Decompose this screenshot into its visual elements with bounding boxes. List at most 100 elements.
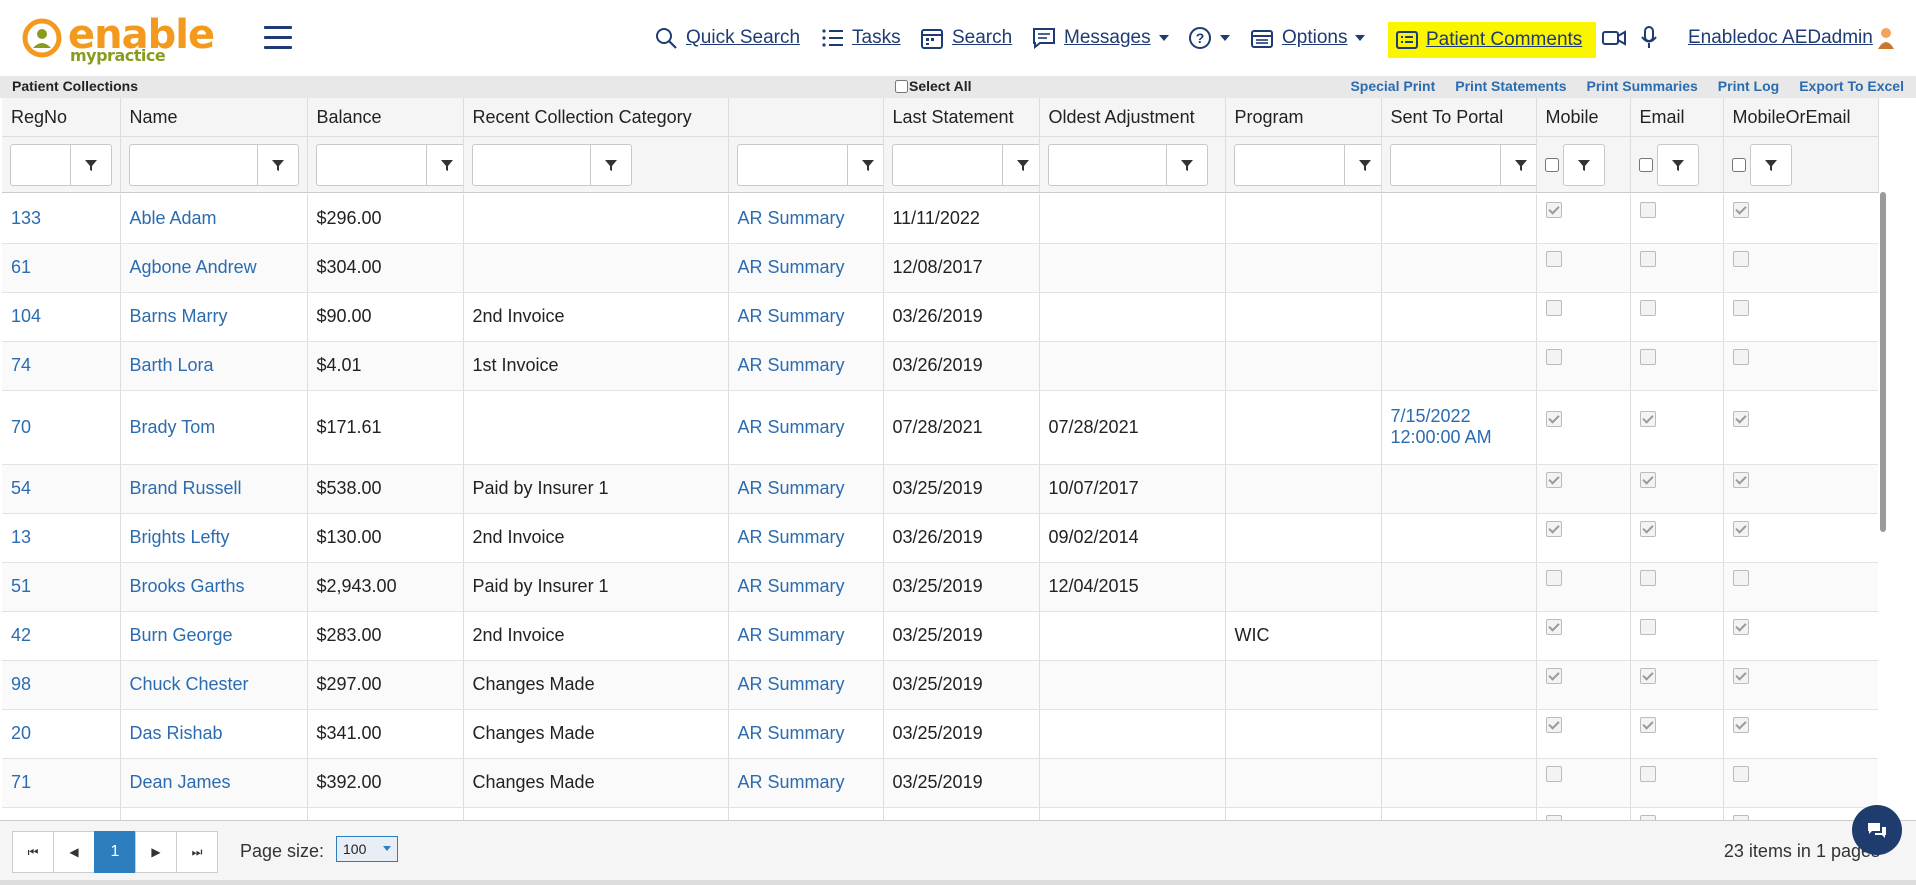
email-checkbox[interactable] <box>1639 472 1656 488</box>
col-oldest-adjustment[interactable]: Oldest Adjustment <box>1039 98 1226 137</box>
ar-summary-link[interactable]: AR Summary <box>738 208 845 228</box>
email-checkbox[interactable] <box>1639 570 1656 586</box>
email-checkbox[interactable] <box>1639 668 1656 684</box>
filter-input[interactable] <box>11 145 70 185</box>
print-summaries-link[interactable]: Print Summaries <box>1587 78 1698 94</box>
messages-menu[interactable]: Messages <box>1032 22 1169 54</box>
name-cell[interactable]: Agbone Andrew <box>130 257 257 277</box>
either-checkbox[interactable] <box>1732 668 1749 684</box>
either-checkbox[interactable] <box>1732 201 1749 218</box>
logo[interactable]: enable mypractice <box>22 12 215 65</box>
col-mobile[interactable]: Mobile <box>1536 98 1631 137</box>
filter-icon[interactable] <box>425 144 467 185</box>
either-checkbox[interactable] <box>1732 251 1749 267</box>
print-statements-link[interactable]: Print Statements <box>1455 78 1566 94</box>
microphone-button[interactable] <box>1640 22 1666 54</box>
search-link[interactable]: Search <box>920 22 1012 54</box>
table-row[interactable]: 42 Burn George $283.00 2nd Invoice AR Summar… <box>2 611 1878 661</box>
either-checkbox[interactable] <box>1732 349 1749 365</box>
col-mobile-or-email[interactable]: MobileOrEmail <box>1723 98 1879 137</box>
grid-body[interactable]: 133 Able Adam $296.00 AR Summary 11/11/2022 6… <box>2 194 1878 822</box>
ar-summary-link[interactable]: AR Summary <box>738 527 845 547</box>
mobile-checkbox[interactable] <box>1545 717 1562 733</box>
mobile-checkbox[interactable] <box>1545 472 1562 488</box>
filter-icon[interactable] <box>1165 144 1207 185</box>
select-all[interactable]: Select All <box>895 78 972 94</box>
special-print-link[interactable]: Special Print <box>1350 78 1435 94</box>
name-cell[interactable]: Das Rishab <box>130 723 223 743</box>
mobile-checkbox[interactable] <box>1545 619 1562 635</box>
email-checkbox[interactable] <box>1639 349 1656 365</box>
col-last-statement[interactable]: Last Statement <box>883 98 1040 137</box>
either-checkbox[interactable] <box>1732 766 1749 782</box>
email-checkbox[interactable] <box>1639 521 1656 537</box>
help-menu[interactable]: ? <box>1188 22 1230 54</box>
table-row[interactable]: 98 Chuck Chester $297.00 Changes Made AR Sum… <box>2 660 1878 710</box>
col-program[interactable]: Program <box>1225 98 1382 137</box>
name-cell[interactable]: Burn George <box>130 625 233 645</box>
name-cell[interactable]: Brights Lefty <box>130 527 230 547</box>
name-cell[interactable]: Able Adam <box>130 208 217 228</box>
col-regno[interactable]: RegNo <box>2 98 121 137</box>
regno-cell[interactable]: 51 <box>11 576 31 596</box>
col-name[interactable]: Name <box>120 98 308 137</box>
mobile-checkbox[interactable] <box>1545 201 1562 218</box>
ar-summary-link[interactable]: AR Summary <box>738 478 845 498</box>
mobile-checkbox[interactable] <box>1545 668 1562 684</box>
options-menu[interactable]: Options <box>1250 22 1366 54</box>
filter-icon[interactable] <box>1001 144 1043 185</box>
regno-cell[interactable]: 71 <box>11 772 31 792</box>
page-1-button[interactable]: 1 <box>94 831 136 873</box>
col-ar-summary[interactable] <box>728 98 884 137</box>
ar-summary-link[interactable]: AR Summary <box>738 576 845 596</box>
mobile-checkbox[interactable] <box>1545 410 1562 427</box>
email-checkbox[interactable] <box>1639 300 1656 316</box>
select-all-checkbox[interactable] <box>895 79 908 93</box>
filter-icon[interactable] <box>70 144 111 185</box>
last-page-button[interactable]: ⏭ <box>176 831 218 873</box>
email-checkbox[interactable] <box>1639 766 1656 782</box>
col-sent-to-portal[interactable]: Sent To Portal <box>1381 98 1537 137</box>
col-balance[interactable]: Balance <box>307 98 464 137</box>
mobile-checkbox[interactable] <box>1545 251 1562 267</box>
quick-search-link[interactable]: Quick Search <box>654 22 800 54</box>
filter-checkbox[interactable] <box>1731 157 1746 172</box>
filter-icon[interactable] <box>1562 143 1605 186</box>
filter-icon[interactable] <box>589 144 631 185</box>
prev-page-button[interactable]: ◀ <box>53 831 95 873</box>
table-row[interactable]: 13 Brights Lefty $130.00 2nd Invoice AR Summ… <box>2 513 1878 563</box>
mobile-checkbox[interactable] <box>1545 521 1562 537</box>
name-cell[interactable]: Barns Marry <box>130 306 228 326</box>
ar-summary-link[interactable]: AR Summary <box>738 257 845 277</box>
filter-icon[interactable] <box>1499 144 1541 185</box>
either-checkbox[interactable] <box>1732 717 1749 733</box>
ar-summary-link[interactable]: AR Summary <box>738 772 845 792</box>
either-checkbox[interactable] <box>1732 300 1749 316</box>
email-checkbox[interactable] <box>1639 410 1656 427</box>
ar-summary-link[interactable]: AR Summary <box>738 723 845 743</box>
name-cell[interactable]: Brady Tom <box>130 417 216 437</box>
ar-summary-link[interactable]: AR Summary <box>738 355 845 375</box>
vertical-scrollbar[interactable] <box>1880 192 1886 532</box>
either-checkbox[interactable] <box>1732 619 1749 635</box>
table-row[interactable]: 74 Barth Lora $4.01 1st Invoice AR Summary 03… <box>2 341 1878 391</box>
table-row[interactable]: 61 Agbone Andrew $304.00 AR Summary 12/08/20… <box>2 243 1878 293</box>
patient-comments-link[interactable]: Patient Comments <box>1388 22 1597 58</box>
regno-cell[interactable]: 61 <box>11 257 31 277</box>
filter-input[interactable] <box>738 145 847 185</box>
sent-to-portal-cell[interactable]: 7/15/2022 12:00:00 AM <box>1391 406 1492 447</box>
filter-icon[interactable] <box>1749 143 1792 186</box>
video-button[interactable] <box>1602 22 1634 54</box>
user-menu[interactable]: Enabledoc AEDadmin <box>1688 22 1903 54</box>
export-to-excel-link[interactable]: Export To Excel <box>1799 78 1904 94</box>
name-cell[interactable]: Brand Russell <box>130 478 242 498</box>
regno-cell[interactable]: 74 <box>11 355 31 375</box>
regno-cell[interactable]: 98 <box>11 674 31 694</box>
filter-icon[interactable] <box>1656 143 1699 186</box>
table-row[interactable]: 54 Brand Russell $538.00 Paid by Insurer 1 A… <box>2 464 1878 514</box>
col-recent-collection-category[interactable]: Recent Collection Category <box>463 98 729 137</box>
regno-cell[interactable]: 42 <box>11 625 31 645</box>
filter-icon[interactable] <box>846 144 888 185</box>
print-log-link[interactable]: Print Log <box>1718 78 1779 94</box>
email-checkbox[interactable] <box>1639 201 1656 218</box>
